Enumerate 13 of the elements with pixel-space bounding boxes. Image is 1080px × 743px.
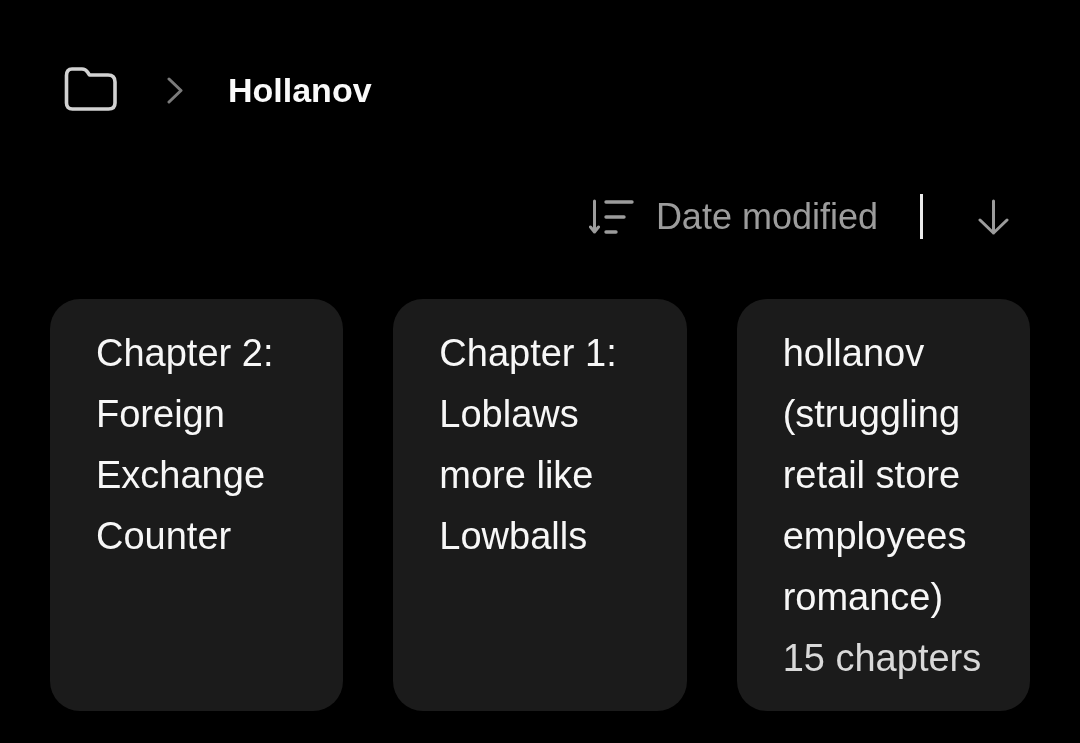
sort-icon — [588, 198, 634, 235]
folder-icon[interactable] — [63, 67, 117, 111]
breadcrumb-title: Hollanov — [228, 70, 372, 111]
file-title: hollanov (struggling retail store employees romance) — [782, 331, 968, 620]
file-card[interactable]: Chapter 1: Loblaws more like Lowballs — [393, 299, 687, 711]
down-arrow-icon[interactable] — [977, 198, 1010, 235]
file-title: Chapter 2: Foreign Exchange Counter — [96, 331, 275, 559]
chevron-right-icon — [167, 77, 183, 104]
file-card[interactable]: hollanov (struggling retail store employees romance) 15 chapters — [736, 299, 1030, 711]
file-title: Chapter 1: Loblaws more like Lowballs — [439, 331, 618, 559]
file-card[interactable]: Chapter 2: Foreign Exchange Counter — [50, 299, 344, 711]
sort-button[interactable]: Date modified — [588, 194, 878, 239]
chapter-count: 15 chapters — [782, 636, 983, 681]
